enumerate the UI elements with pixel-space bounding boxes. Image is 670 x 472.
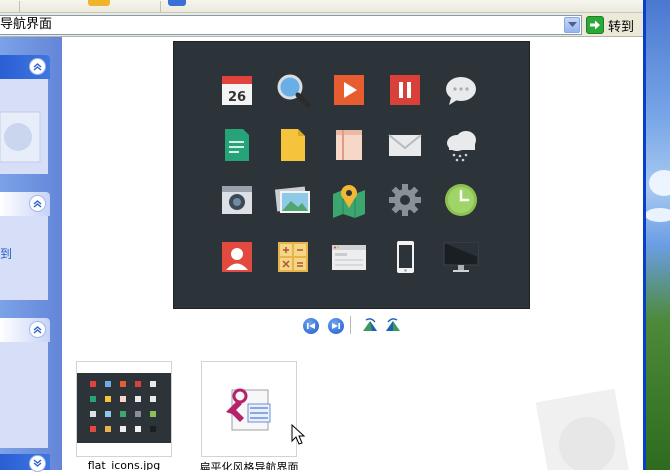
task-pane: 到 (0, 37, 62, 472)
thumbnail-caption[interactable]: 扁平化风格导航界面 (184, 459, 314, 470)
folder-watermark-icon (0, 111, 41, 163)
views-icon[interactable] (168, 0, 186, 6)
collapse-button[interactable] (29, 195, 46, 212)
address-text: 导航界面 (0, 17, 53, 32)
task-link[interactable]: 到 (0, 245, 12, 262)
contact-icon (222, 242, 252, 272)
rotate-counterclockwise-icon (386, 318, 400, 331)
task-pane-body (0, 342, 48, 448)
mouse-cursor-icon (291, 424, 305, 445)
go-button[interactable]: 转到 (586, 15, 642, 35)
thumbnail-item[interactable] (76, 361, 172, 457)
calendar-day: 26 (228, 90, 246, 105)
go-label: 转到 (608, 19, 635, 35)
toolbar-separator (19, 1, 20, 12)
clock-icon (445, 184, 477, 216)
collapse-button[interactable] (29, 58, 46, 75)
access-file-icon (226, 388, 271, 431)
desktop-background (643, 0, 670, 470)
address-dropdown-button[interactable] (564, 17, 580, 33)
chevron-down-icon (33, 459, 42, 467)
thumbnail-image (77, 373, 171, 443)
chevron-down-icon (567, 22, 577, 27)
task-pane-body (0, 79, 48, 174)
toolbar-separator (160, 1, 161, 12)
phone-icon (397, 241, 414, 273)
address-input[interactable]: 导航界面 (0, 15, 582, 35)
pause-icon (390, 75, 420, 105)
controls-separator (350, 316, 351, 334)
rotate-clockwise-icon (363, 318, 377, 331)
task-pane-header[interactable] (0, 454, 50, 472)
browser-icon (332, 245, 366, 270)
previous-icon (307, 323, 315, 329)
camera-icon (222, 186, 252, 214)
go-arrow-icon (586, 16, 604, 34)
window-border (643, 0, 646, 470)
task-pane-header[interactable] (0, 318, 50, 342)
collapse-button[interactable] (29, 321, 46, 338)
photos-icon (275, 186, 310, 213)
gear-icon (389, 184, 421, 216)
calculator-icon (278, 242, 308, 272)
notebook-icon (336, 130, 362, 160)
previous-image-button[interactable] (303, 318, 319, 334)
monitor-icon (443, 242, 479, 272)
document-icon (225, 129, 249, 161)
file-icon (281, 129, 305, 161)
chevron-up-icon (33, 200, 42, 208)
task-pane-body: 到 (0, 216, 48, 300)
thumbnail-item[interactable] (201, 361, 297, 457)
preview-image[interactable]: 26 (173, 41, 530, 309)
weather-icon (447, 131, 476, 162)
address-bar-row: 导航界面 转到 (0, 13, 643, 37)
calendar-icon: 26 (222, 76, 252, 105)
chevron-up-icon (33, 326, 42, 334)
next-icon (332, 323, 340, 329)
folder-watermark-icon (535, 388, 631, 470)
map-icon (333, 185, 365, 218)
rotate-clockwise-button[interactable] (362, 318, 378, 334)
rotate-counterclockwise-button[interactable] (384, 318, 400, 334)
toolbar-strip (0, 0, 643, 13)
task-pane-header[interactable] (0, 192, 50, 216)
chevron-up-icon (33, 63, 42, 71)
thumbnail-caption[interactable]: flat_icons.jpg (62, 459, 189, 470)
collapse-button[interactable] (29, 455, 46, 472)
next-image-button[interactable] (328, 318, 344, 334)
chat-icon (446, 77, 476, 105)
mail-icon (388, 134, 422, 156)
search-icon (277, 74, 311, 108)
play-icon (334, 75, 364, 105)
folder-icon[interactable] (88, 0, 110, 6)
task-pane-header[interactable] (0, 55, 50, 79)
thumbnail-pane: flat_icons.jpg 扁平化风格导航界面 (62, 355, 643, 470)
preview-pane: 26 (62, 37, 643, 355)
